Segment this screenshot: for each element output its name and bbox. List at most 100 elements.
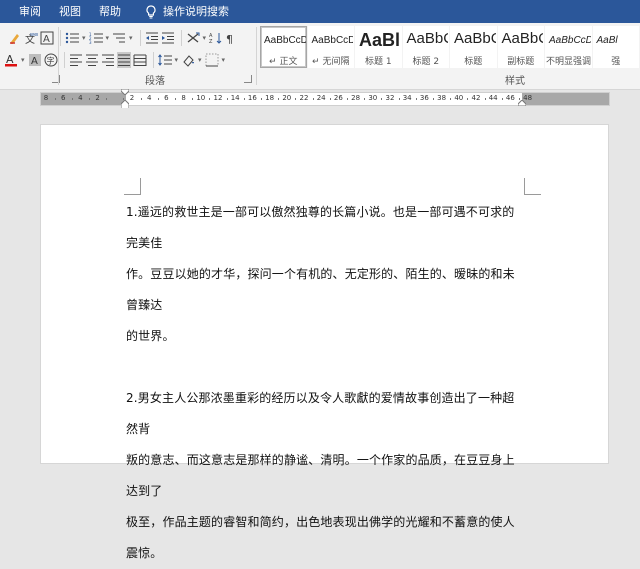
borders-icon[interactable]	[205, 52, 219, 68]
ruler-tick	[192, 98, 194, 100]
style-name: ↵ 正文	[261, 54, 306, 67]
paragraph-dialog-launcher[interactable]	[244, 75, 252, 83]
style-item[interactable]: AaBl 标题 1	[355, 26, 402, 68]
font-color-icon[interactable]: A	[4, 52, 18, 68]
decrease-indent-icon[interactable]	[145, 30, 159, 46]
paragraph-group-label: 段落	[145, 76, 165, 87]
svg-text:A: A	[43, 34, 50, 45]
phonetic-guide-icon[interactable]: 文wen	[24, 30, 38, 46]
ruler-number: 18	[265, 94, 275, 102]
ruler-number: 42	[471, 94, 481, 102]
ruler-number: 28	[351, 94, 361, 102]
multilevel-list-icon[interactable]	[112, 30, 126, 46]
ruler-tick	[484, 98, 486, 100]
paragraph-mark-icon: ↵	[269, 57, 277, 67]
ribbon-tab-bar: 审阅 视图 帮助 操作说明搜索	[0, 0, 640, 23]
shading-icon[interactable]	[181, 52, 195, 68]
document-body[interactable]: 1.遥远的救世主是一部可以傲然独尊的长篇小说。也是一部可遇不可求的完美佳 作。豆…	[126, 197, 524, 569]
group-divider	[58, 27, 59, 85]
ruler-number: 22	[299, 94, 309, 102]
bullets-icon[interactable]	[65, 30, 79, 46]
ruler-tick	[450, 98, 452, 100]
char-border-icon[interactable]: A	[40, 30, 54, 46]
increase-indent-icon[interactable]	[161, 30, 175, 46]
align-center-icon[interactable]	[85, 52, 99, 68]
style-name: ↵ 无间隔	[309, 54, 354, 67]
text-line: 极至，作品主题的睿智和简约，出色地表现出佛学的光耀和不蓄意的使人震惊。	[126, 515, 515, 560]
justify-icon[interactable]	[116, 52, 131, 68]
svg-text:Z: Z	[209, 39, 213, 44]
ruler-tick	[364, 98, 366, 100]
ruler-number: 8	[181, 94, 186, 102]
ruler-tick	[261, 98, 262, 100]
tab-review[interactable]: 审阅	[10, 0, 50, 23]
ruler-number: 32	[385, 94, 395, 102]
document-page[interactable]: 1.遥远的救世主是一部可以傲然独尊的长篇小说。也是一部可遇不可求的完美佳 作。豆…	[40, 124, 609, 560]
separator	[152, 52, 154, 68]
ruler-number: 30	[368, 94, 378, 102]
style-item[interactable]: AaBbCcDc ↵ 正文	[260, 26, 307, 68]
first-line-indent-marker[interactable]	[121, 89, 129, 95]
text-line: 1.遥远的救世主是一部可以傲然独尊的长篇小说。也是一部可遇不可求的完美佳	[126, 205, 515, 250]
ruler-number: 4	[146, 94, 152, 102]
style-item[interactable]: AaBbC 标题	[450, 26, 497, 68]
text-line: 的世界。	[126, 329, 175, 343]
ruler-tick	[71, 98, 73, 100]
ruler-tick	[329, 98, 331, 100]
ruler-number: 6	[164, 94, 169, 102]
style-item[interactable]: AaBl 强	[592, 26, 639, 68]
highlight-pen-icon[interactable]	[8, 30, 22, 46]
tab-view[interactable]: 视图	[50, 0, 90, 23]
font-paragraph-group: 文wen A ▾ 123▾ ▾ ▾ AZ ¶ A▾ A 字 ▾ ▾	[0, 23, 256, 89]
style-item[interactable]: AaBbC 标题 2	[402, 26, 449, 68]
ruler-tick	[433, 98, 434, 100]
char-shading-icon[interactable]: A	[28, 52, 42, 68]
ruler-number: 36	[419, 94, 429, 102]
svg-text:3: 3	[89, 40, 92, 44]
style-item[interactable]: AaBbCcDı 不明显强调	[545, 26, 592, 68]
ruler-number: 38	[437, 94, 447, 102]
style-item[interactable]: AaBbCcDc ↵ 无间隔	[307, 26, 354, 68]
ruler-number: 20	[282, 94, 292, 102]
ruler-tick	[415, 98, 417, 100]
ruler-number: 34	[402, 94, 412, 102]
ruler-number: 16	[247, 94, 257, 102]
text-line: 作。豆豆以她的才华，探问一个有机的、无定形的、陌生的、暧昧的和未曾臻达	[126, 267, 515, 312]
distributed-icon[interactable]	[133, 52, 147, 68]
style-name: 不明显强调	[546, 54, 591, 67]
sort-icon[interactable]: AZ	[209, 30, 223, 46]
style-sample: AaBbCcDı	[549, 35, 592, 46]
tell-me-search[interactable]: 操作说明搜索	[136, 0, 238, 23]
style-sample: AaBbC	[406, 30, 449, 47]
align-left-icon[interactable]	[69, 52, 83, 68]
enclose-char-icon[interactable]: 字	[44, 52, 58, 68]
tell-me-label: 操作说明搜索	[163, 5, 229, 18]
style-sample: AaBl	[359, 30, 401, 50]
numbering-icon[interactable]: 123	[89, 30, 103, 46]
tab-help[interactable]: 帮助	[90, 0, 130, 23]
styles-group-label: 样式	[505, 76, 525, 87]
separator	[139, 30, 141, 46]
ruler-number: 8	[43, 94, 49, 102]
style-name-label: 副标题	[507, 57, 535, 67]
style-name: 标题 2	[404, 54, 449, 67]
right-indent-marker[interactable]	[518, 100, 526, 106]
style-name: 标题 1	[356, 54, 401, 67]
separator	[63, 52, 65, 68]
line-spacing-icon[interactable]	[157, 52, 172, 68]
ruler-number: 12	[213, 94, 223, 102]
ruler-tick	[89, 98, 90, 100]
chinese-layout-icon[interactable]	[186, 30, 200, 46]
group-divider	[256, 27, 257, 85]
ruler-tick	[295, 98, 297, 100]
svg-text:wen: wen	[30, 32, 38, 38]
show-formatting-icon[interactable]: ¶	[225, 30, 237, 46]
ruler-tick	[106, 98, 108, 100]
style-sample: AaBbCcDc	[264, 35, 306, 46]
crop-mark-top-left	[124, 178, 141, 195]
ruler-tick	[312, 98, 314, 100]
ruler-number: 24	[316, 94, 326, 102]
style-item[interactable]: AaBbC 副标题	[497, 26, 544, 68]
svg-text:¶: ¶	[226, 33, 233, 44]
align-right-icon[interactable]	[101, 52, 115, 68]
